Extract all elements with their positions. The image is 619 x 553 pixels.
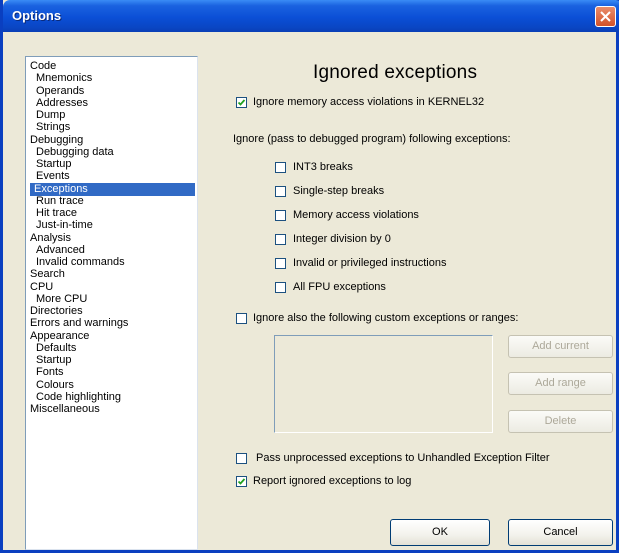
exception-label[interactable]: Invalid or privileged instructions bbox=[293, 256, 446, 270]
exception-checkbox[interactable] bbox=[275, 234, 286, 245]
close-button[interactable] bbox=[595, 6, 616, 27]
tree-item[interactable]: Startup bbox=[34, 158, 73, 171]
tree-item[interactable]: Invalid commands bbox=[34, 256, 127, 269]
check-icon bbox=[237, 99, 246, 106]
tree-item[interactable]: Exceptions bbox=[30, 182, 195, 196]
check-icon bbox=[237, 478, 246, 485]
tree-item[interactable]: Operands bbox=[34, 85, 86, 98]
exception-label[interactable]: Integer division by 0 bbox=[293, 232, 391, 246]
tree-item[interactable]: Mnemonics bbox=[34, 72, 94, 85]
pass-exceptions-heading: Ignore (pass to debugged program) follow… bbox=[233, 133, 511, 145]
tree-item[interactable]: Startup bbox=[34, 354, 73, 367]
exception-label[interactable]: INT3 breaks bbox=[293, 160, 353, 174]
exception-checkbox[interactable] bbox=[275, 282, 286, 293]
add-range-button[interactable]: Add range bbox=[508, 372, 613, 395]
tree-item[interactable]: Just-in-time bbox=[34, 219, 95, 232]
tree-item[interactable]: Events bbox=[34, 170, 72, 183]
close-icon bbox=[600, 11, 611, 22]
custom-exceptions-label[interactable]: Ignore also the following custom excepti… bbox=[253, 311, 518, 325]
tree-item[interactable]: Code bbox=[28, 60, 58, 73]
window-title: Options bbox=[12, 8, 62, 23]
add-current-button[interactable]: Add current bbox=[508, 335, 613, 358]
tree-item[interactable]: Code highlighting bbox=[34, 391, 123, 404]
tree-item[interactable]: Hit trace bbox=[34, 207, 79, 220]
tree-item[interactable]: More CPU bbox=[34, 293, 89, 306]
tree-item[interactable]: Analysis bbox=[28, 232, 73, 245]
tree-item[interactable]: Directories bbox=[28, 305, 85, 318]
category-tree[interactable]: Code Mnemonics Operands Addresses Dump String… bbox=[25, 56, 198, 550]
tree-item[interactable]: Debugging bbox=[28, 134, 85, 147]
tree-item[interactable]: Errors and warnings bbox=[28, 317, 130, 330]
tree-item[interactable]: Dump bbox=[34, 109, 67, 122]
ok-button[interactable]: OK bbox=[390, 519, 490, 546]
tree-item[interactable]: Search bbox=[28, 268, 67, 281]
tree-item[interactable]: Advanced bbox=[34, 244, 87, 257]
cancel-button[interactable]: Cancel bbox=[508, 519, 613, 546]
pass-unprocessed-checkbox[interactable] bbox=[236, 453, 247, 464]
tree-item[interactable]: Fonts bbox=[34, 366, 66, 379]
tree-item[interactable]: Run trace bbox=[34, 195, 86, 208]
exception-checkbox[interactable] bbox=[275, 186, 286, 197]
custom-exceptions-listbox[interactable] bbox=[274, 335, 493, 433]
tree-item[interactable]: CPU bbox=[28, 281, 55, 294]
pass-unprocessed-label[interactable]: Pass unprocessed exceptions to Unhandled… bbox=[256, 451, 550, 465]
exception-checkbox[interactable] bbox=[275, 258, 286, 269]
exception-label[interactable]: Memory access violations bbox=[293, 208, 419, 222]
exception-label[interactable]: All FPU exceptions bbox=[293, 280, 386, 294]
tree-item[interactable]: Addresses bbox=[34, 97, 90, 110]
exception-checkbox[interactable] bbox=[275, 162, 286, 173]
page-title: Ignored exceptions bbox=[313, 62, 478, 83]
tree-item[interactable]: Strings bbox=[34, 121, 72, 134]
exception-checkbox[interactable] bbox=[275, 210, 286, 221]
tree-item[interactable]: Defaults bbox=[34, 342, 78, 355]
exception-label[interactable]: Single-step breaks bbox=[293, 184, 384, 198]
ignore-kernel32-checkbox[interactable] bbox=[236, 97, 247, 108]
ignore-kernel32-label[interactable]: Ignore memory access violations in KERNE… bbox=[253, 95, 484, 109]
tree-item[interactable]: Colours bbox=[34, 379, 76, 392]
options-dialog: Options Code Mnemonics Operands Addresses Du… bbox=[0, 0, 619, 553]
tree-item[interactable]: Debugging data bbox=[34, 146, 116, 159]
custom-exceptions-checkbox[interactable] bbox=[236, 313, 247, 324]
title-bar[interactable]: Options bbox=[3, 0, 619, 32]
tree-item[interactable]: Appearance bbox=[28, 330, 91, 343]
delete-button[interactable]: Delete bbox=[508, 410, 613, 433]
report-log-label[interactable]: Report ignored exceptions to log bbox=[253, 474, 411, 488]
report-log-checkbox[interactable] bbox=[236, 476, 247, 487]
tree-item[interactable]: Miscellaneous bbox=[28, 403, 102, 416]
